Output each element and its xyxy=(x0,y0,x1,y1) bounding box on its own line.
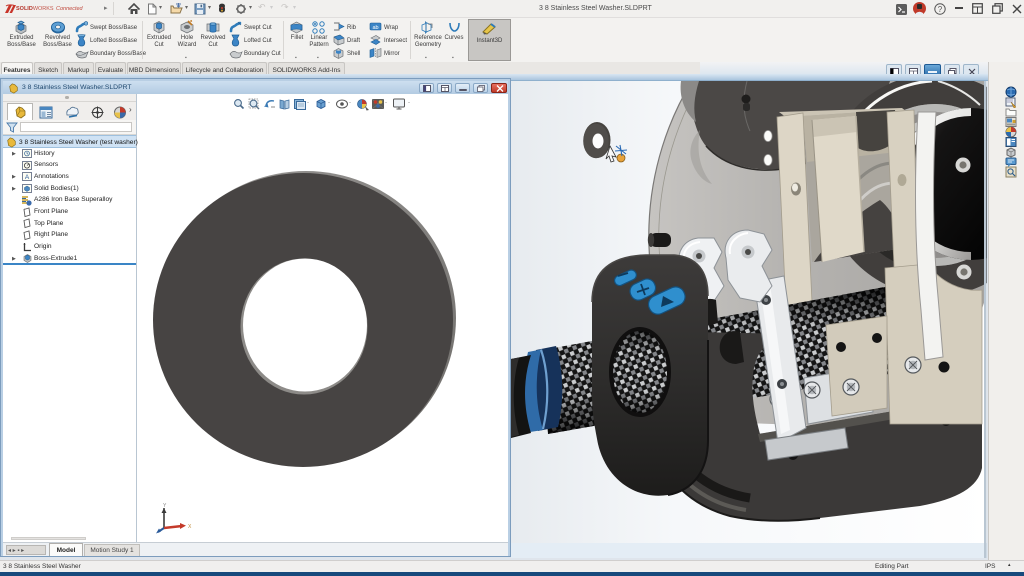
svg-text:A: A xyxy=(25,174,30,181)
svg-text:ab: ab xyxy=(372,25,378,31)
svg-text:Y: Y xyxy=(163,503,167,509)
svg-text:?: ? xyxy=(938,4,943,13)
svg-text:X: X xyxy=(188,524,192,530)
